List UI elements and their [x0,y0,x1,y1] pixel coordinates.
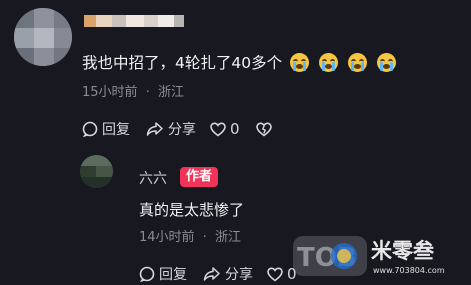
crying-face-icon [377,52,397,72]
broken-heart-icon [255,121,272,136]
share-button[interactable]: 分享 [203,264,253,284]
watermark-name: 米零叁 [371,239,435,263]
comment-actions: 回复 分享 0 [82,119,272,139]
dislike-button[interactable] [255,121,272,137]
avatar[interactable] [14,8,72,66]
emoji-row [290,52,397,72]
crying-face-icon [290,52,310,72]
like-button[interactable]: 0 [210,120,240,138]
reply-icon [82,121,98,137]
meta-separator: · [145,85,150,100]
crying-face-icon [319,52,339,72]
reply-meta: 14小时前 · 浙江 [139,226,241,245]
username-blurred[interactable] [84,15,184,27]
comment-body: 我也中招了，4轮扎了40多个 [82,54,283,72]
author-badge: 作者 [180,167,219,187]
reply-icon [139,266,155,282]
reply-location: 浙江 [214,230,241,245]
share-label: 分享 [225,267,253,283]
reply-avatar[interactable] [80,155,113,188]
reply-button[interactable]: 回复 [82,119,130,139]
comment-location: 浙江 [157,85,184,100]
reply-button[interactable]: 回复 [139,264,187,284]
share-button[interactable]: 分享 [146,119,196,139]
heart-icon [267,266,283,281]
reply-author[interactable]: 六六 [139,168,167,188]
heart-icon [210,121,226,136]
watermark: TOB 米零叁 www.703804.com [289,232,459,280]
watermark-url: www.703804.com [373,266,445,275]
share-icon [146,122,163,136]
comment-text: 我也中招了，4轮扎了40多个 [82,51,397,73]
share-label: 分享 [168,122,196,138]
comment-meta: 15小时前 · 浙江 [82,81,184,100]
reply-label: 回复 [159,267,187,283]
reply-time: 14小时前 [139,230,195,245]
reply-text: 真的是太悲惨了 [139,201,245,219]
like-count: 0 [230,120,240,138]
reply-actions: 回复 分享 0 [139,264,297,284]
meta-separator: · [202,230,207,245]
watermark-logo: TOB 米零叁 www.703804.com [293,236,445,276]
reply-label: 回复 [102,122,130,138]
share-icon [203,267,220,281]
crying-face-icon [348,52,368,72]
comment-time: 15小时前 [82,85,138,100]
